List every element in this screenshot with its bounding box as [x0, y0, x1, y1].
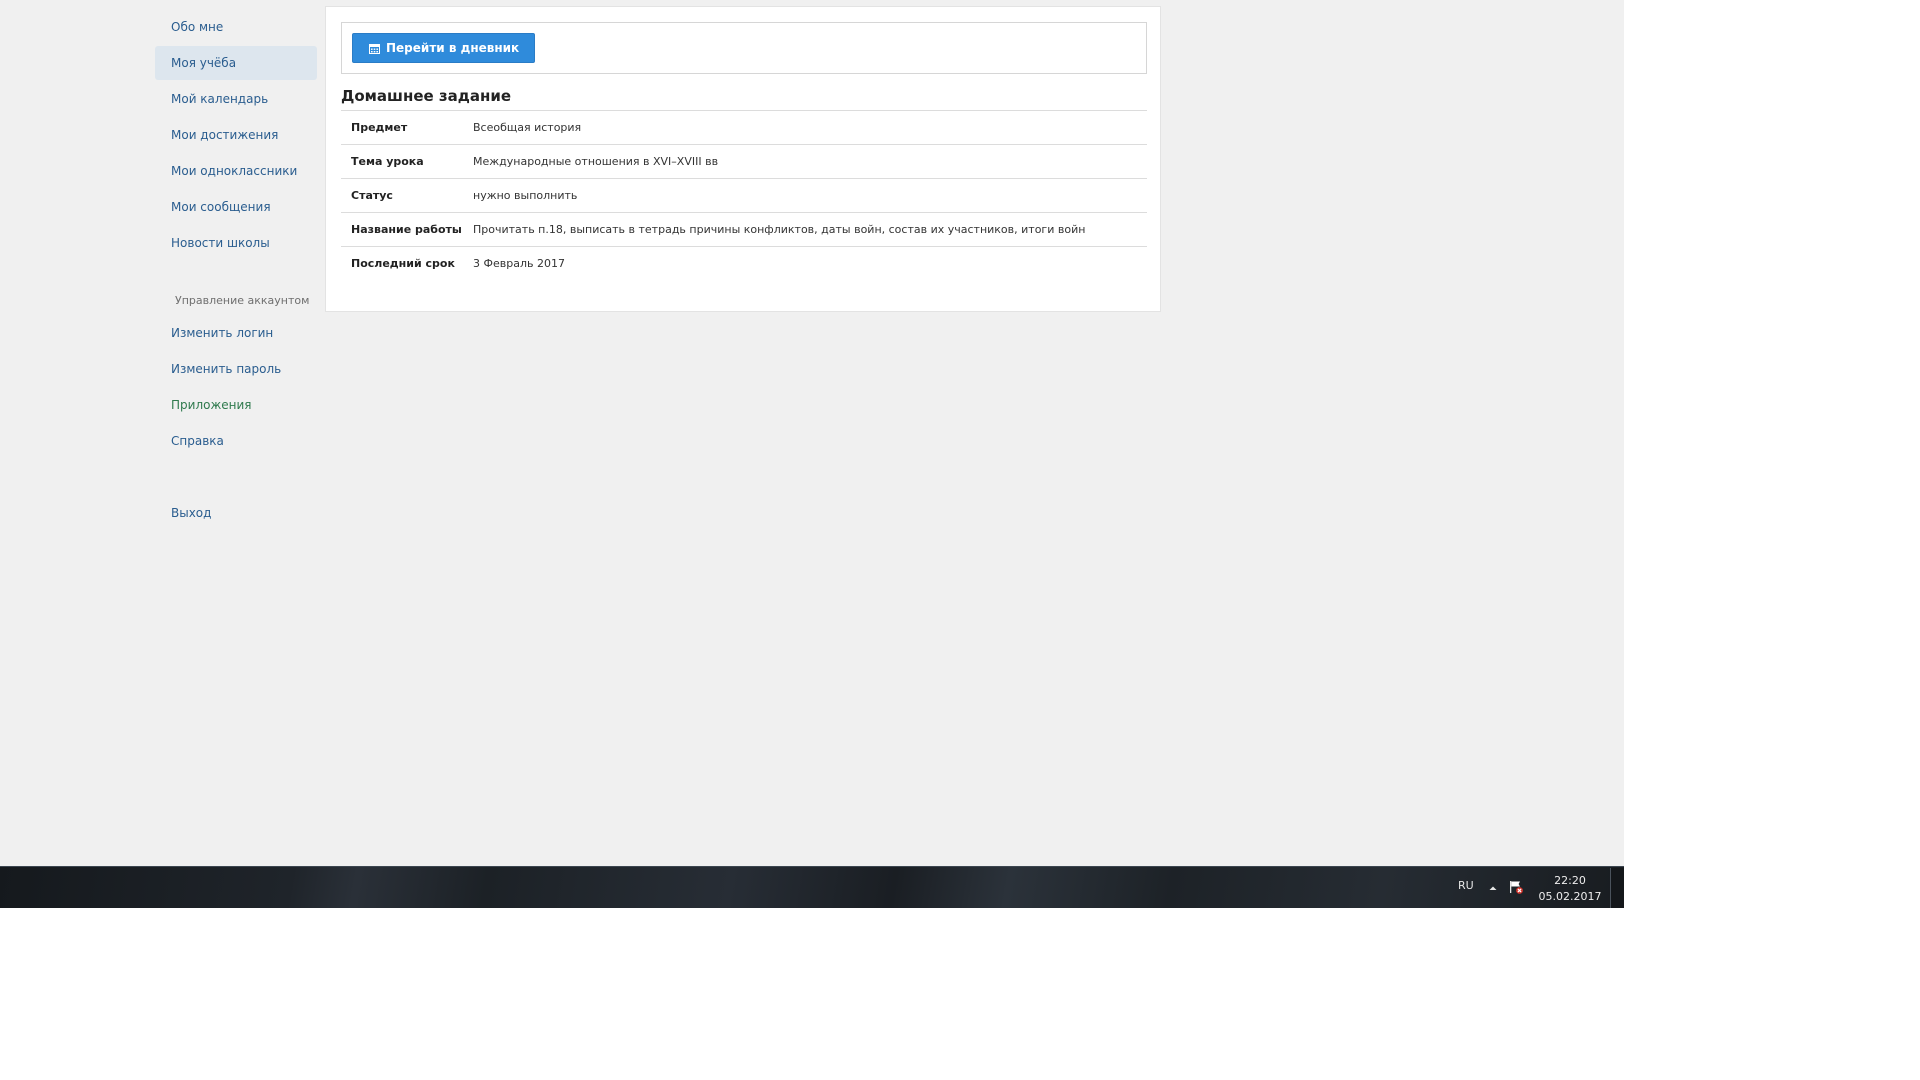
table-row: Статус нужно выполнить [341, 178, 1147, 213]
row-label-status: Статус [341, 178, 473, 213]
system-clock[interactable]: 22:20 05.02.2017 [1536, 873, 1604, 905]
sidebar-item-my-calendar[interactable]: Мой календарь [155, 82, 317, 116]
go-to-diary-button[interactable]: Перейти в дневник [352, 33, 536, 63]
sidebar-item-change-password[interactable]: Изменить пароль [155, 352, 317, 386]
table-row: Предмет Всеобщая история [341, 110, 1147, 145]
browser-viewport: Обо мне Моя учёба Мой календарь Мои дост… [0, 0, 1624, 908]
show-desktop-button[interactable] [1610, 868, 1624, 908]
row-label-deadline: Последний срок [341, 246, 473, 281]
sidebar-item-my-messages[interactable]: Мои сообщения [155, 190, 317, 224]
sidebar-item-about-me[interactable]: Обо мне [155, 10, 317, 44]
sidebar-item-my-studies[interactable]: Моя учёба [155, 46, 317, 80]
account-section-title: Управление аккаунтом [175, 294, 310, 307]
sidebar-item-change-login[interactable]: Изменить логин [155, 316, 317, 350]
clock-time: 22:20 [1554, 874, 1586, 887]
chevron-up-icon[interactable] [1487, 880, 1499, 894]
go-to-diary-label: Перейти в дневник [386, 41, 520, 55]
homework-details-table: Предмет Всеобщая история Тема урока Межд… [341, 110, 1147, 281]
logout-link[interactable]: Выход [155, 496, 317, 530]
sidebar-nav: Обо мне Моя учёба Мой календарь Мои дост… [155, 10, 317, 532]
sidebar-item-applications[interactable]: Приложения [155, 388, 317, 422]
sidebar-item-help[interactable]: Справка [155, 424, 317, 458]
page-title: Домашнее задание [341, 87, 512, 105]
actions-toolbar: Перейти в дневник [341, 22, 1147, 74]
windows-taskbar: RU 22:20 05.02.2017 [0, 866, 1624, 908]
language-indicator[interactable]: RU [1458, 879, 1474, 892]
row-value-status: нужно выполнить [473, 178, 1147, 213]
clock-date: 05.02.2017 [1538, 890, 1602, 903]
row-label-subject: Предмет [341, 110, 473, 145]
row-value-lesson-topic: Международные отношения в XVI–XVIII вв [473, 144, 1147, 179]
table-row: Название работы Прочитать п.18, выписать… [341, 212, 1147, 247]
row-value-deadline: 3 Февраль 2017 [473, 246, 1147, 281]
row-label-lesson-topic: Тема урока [341, 144, 473, 179]
sidebar-item-school-news[interactable]: Новости школы [155, 226, 317, 260]
flag-warning-icon[interactable] [1508, 879, 1524, 895]
calendar-icon [369, 43, 380, 54]
sidebar-item-my-classmates[interactable]: Мои одноклассники [155, 154, 317, 188]
table-row: Последний срок 3 Февраль 2017 [341, 246, 1147, 281]
row-value-subject: Всеобщая история [473, 110, 1147, 145]
homework-panel: Перейти в дневник Домашнее задание Предм… [325, 6, 1161, 312]
sidebar-item-my-achievements[interactable]: Мои достижения [155, 118, 317, 152]
row-label-assignment-name: Название работы [341, 212, 473, 247]
row-value-assignment-name: Прочитать п.18, выписать в тетрадь причи… [473, 212, 1147, 247]
table-row: Тема урока Международные отношения в XVI… [341, 144, 1147, 179]
